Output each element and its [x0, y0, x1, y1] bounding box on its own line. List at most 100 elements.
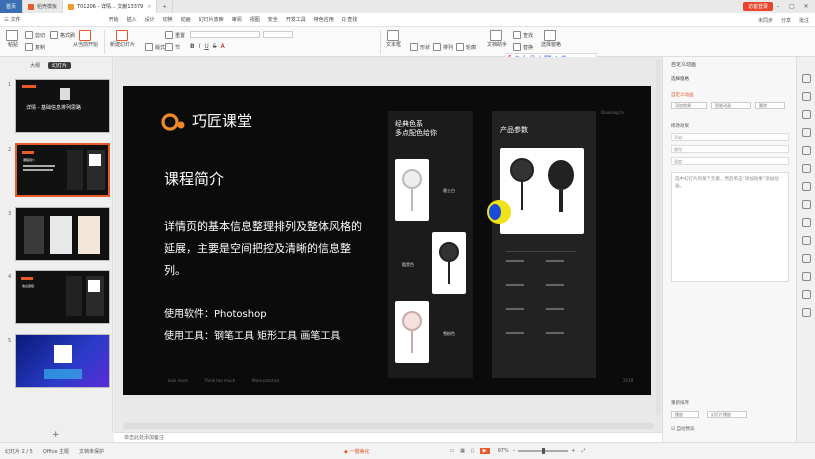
protect-status[interactable]: 文档未保护: [79, 448, 104, 455]
sync-status[interactable]: 未同步: [758, 17, 773, 24]
layout-label: 版式: [155, 44, 166, 51]
textbox-label: 文本框: [386, 42, 402, 48]
style-icon[interactable]: [802, 92, 811, 101]
slide-thumbnail-2[interactable]: 课程简介: [15, 143, 110, 197]
format-painter-button[interactable]: 格式刷: [50, 31, 75, 39]
add-effect-button[interactable]: 添加效果: [671, 102, 707, 109]
tab-templates[interactable]: 稻壳模板: [23, 0, 64, 13]
property-dropdown[interactable]: 属性:: [671, 145, 789, 153]
pointer-icon[interactable]: [802, 74, 811, 83]
menu-insert[interactable]: 插入: [123, 16, 141, 23]
search-menu[interactable]: Q 查找: [338, 16, 362, 23]
login-button[interactable]: 访客登录: [742, 2, 773, 11]
media-icon[interactable]: [802, 272, 811, 281]
selection-pane-button[interactable]: 选择窗格: [541, 30, 561, 48]
outline-button[interactable]: 轮廓: [456, 43, 476, 51]
layout-button[interactable]: 版式: [145, 43, 165, 51]
animation-list[interactable]: 选中幻灯片的某个元素，然后单击“添加效果”添加动画。: [671, 172, 789, 282]
shape-icon[interactable]: [802, 236, 811, 245]
menu-developer[interactable]: 开发工具: [282, 16, 310, 23]
notes-area[interactable]: 单击此处添加备注: [114, 432, 662, 442]
tab-slides[interactable]: 幻灯片: [48, 62, 72, 69]
section-button[interactable]: 节: [165, 43, 180, 51]
play-button[interactable]: 播放: [671, 411, 699, 418]
zoom-out-icon[interactable]: –: [513, 448, 516, 454]
copy-button[interactable]: 复制: [25, 43, 45, 51]
shape-button[interactable]: 形状: [410, 43, 430, 51]
play-current-button[interactable]: 从当前开始: [73, 30, 98, 48]
arrange-button[interactable]: 排列: [433, 43, 453, 51]
slide-thumbnail-4[interactable]: 信息层级: [15, 270, 110, 324]
zoom-in-icon[interactable]: +: [571, 448, 575, 454]
paste-button[interactable]: 粘贴: [6, 30, 20, 48]
menu-features[interactable]: 特色应用: [310, 16, 338, 23]
close-window-icon[interactable]: ✕: [799, 0, 813, 13]
zoom-level[interactable]: 97%: [498, 448, 509, 454]
star-icon[interactable]: [802, 128, 811, 137]
strikethrough-icon[interactable]: S: [213, 43, 217, 50]
textbox-button[interactable]: 文本框: [386, 30, 401, 48]
animation-icon[interactable]: [802, 200, 811, 209]
home-tab[interactable]: 首页: [0, 0, 24, 13]
zoom-thumb[interactable]: [542, 448, 546, 454]
tab-document[interactable]: T01206 - 详情... 文献13379 ×: [63, 0, 158, 13]
fit-window-icon[interactable]: ⤢: [581, 448, 585, 454]
menu-view[interactable]: 视图: [246, 16, 264, 23]
underline-icon[interactable]: U: [204, 43, 208, 50]
image-icon[interactable]: [802, 218, 811, 227]
tab-outline[interactable]: 大纲: [30, 62, 40, 69]
menu-animation[interactable]: 动画: [177, 16, 195, 23]
smart-animation-button[interactable]: 智能动画: [711, 102, 751, 109]
view-normal-icon[interactable]: ▭: [449, 448, 454, 454]
slide-thumbnail-5[interactable]: [15, 334, 110, 388]
zoom-slider[interactable]: [518, 448, 569, 454]
doc-assistant-button[interactable]: 文档助手: [487, 30, 507, 48]
menu-design[interactable]: 设计: [141, 16, 159, 23]
replace-button[interactable]: 替换: [513, 43, 533, 51]
transition-icon[interactable]: [802, 182, 811, 191]
reset-button[interactable]: 重置: [165, 31, 185, 39]
share-button[interactable]: 分享: [781, 17, 791, 24]
horizontal-scrollbar[interactable]: [123, 423, 654, 429]
help-icon[interactable]: [802, 290, 811, 299]
cut-button[interactable]: 剪切: [25, 31, 45, 39]
layers-icon[interactable]: [802, 146, 811, 155]
effects-icon[interactable]: [802, 110, 811, 119]
menu-security[interactable]: 安全: [264, 16, 282, 23]
new-slide-button[interactable]: 新建幻灯片: [110, 30, 135, 48]
view-sorter-icon[interactable]: ▦: [460, 448, 465, 454]
find-button[interactable]: 查找: [513, 31, 533, 39]
delete-button[interactable]: 删除: [755, 102, 785, 109]
autopreview-checkbox[interactable]: ☑ 自动预览: [671, 426, 694, 432]
font-size-field[interactable]: [263, 31, 293, 38]
font-color-icon[interactable]: A: [221, 43, 225, 50]
settings-icon[interactable]: [802, 164, 811, 173]
add-slide-icon[interactable]: +: [52, 430, 60, 440]
chart-icon[interactable]: [802, 254, 811, 263]
maximize-icon[interactable]: ▢: [785, 0, 799, 13]
menu-transition[interactable]: 切换: [159, 16, 177, 23]
start-dropdown[interactable]: 开始:: [671, 133, 789, 141]
comment-button[interactable]: 批注: [799, 17, 809, 24]
minimize-icon[interactable]: –: [771, 0, 785, 13]
speed-dropdown[interactable]: 速度:: [671, 157, 789, 165]
menu-slideshow[interactable]: 幻灯片放映: [195, 16, 228, 23]
close-icon[interactable]: ×: [147, 4, 151, 10]
slide-canvas[interactable]: 巧匠课堂 课程简介 详情页的基本信息整理排列及整体风格的延展，主要是空间把控及清…: [123, 86, 651, 395]
view-reading-icon[interactable]: ▯: [471, 448, 474, 454]
slide-thumbnail-1[interactable]: 详情 - 基础信息排列思路: [15, 79, 110, 133]
select-pane-link[interactable]: 选择窗格: [671, 76, 689, 82]
menu-start[interactable]: 开始: [105, 16, 123, 23]
italic-icon[interactable]: I: [199, 43, 201, 50]
font-name-field[interactable]: [190, 31, 260, 38]
more-icon[interactable]: [802, 308, 811, 317]
vertical-scrollbar[interactable]: [656, 60, 661, 415]
slideshow-button[interactable]: 幻灯片播放: [707, 411, 747, 418]
bold-icon[interactable]: B: [190, 43, 195, 50]
new-tab-button[interactable]: +: [157, 0, 173, 13]
beautify-button[interactable]: ◆ 一键美化: [344, 448, 369, 455]
slideshow-play-icon[interactable]: ▶: [479, 448, 490, 454]
file-menu[interactable]: 三 文件: [0, 16, 25, 23]
slide-thumbnail-3[interactable]: [15, 207, 110, 261]
menu-review[interactable]: 审阅: [228, 16, 246, 23]
